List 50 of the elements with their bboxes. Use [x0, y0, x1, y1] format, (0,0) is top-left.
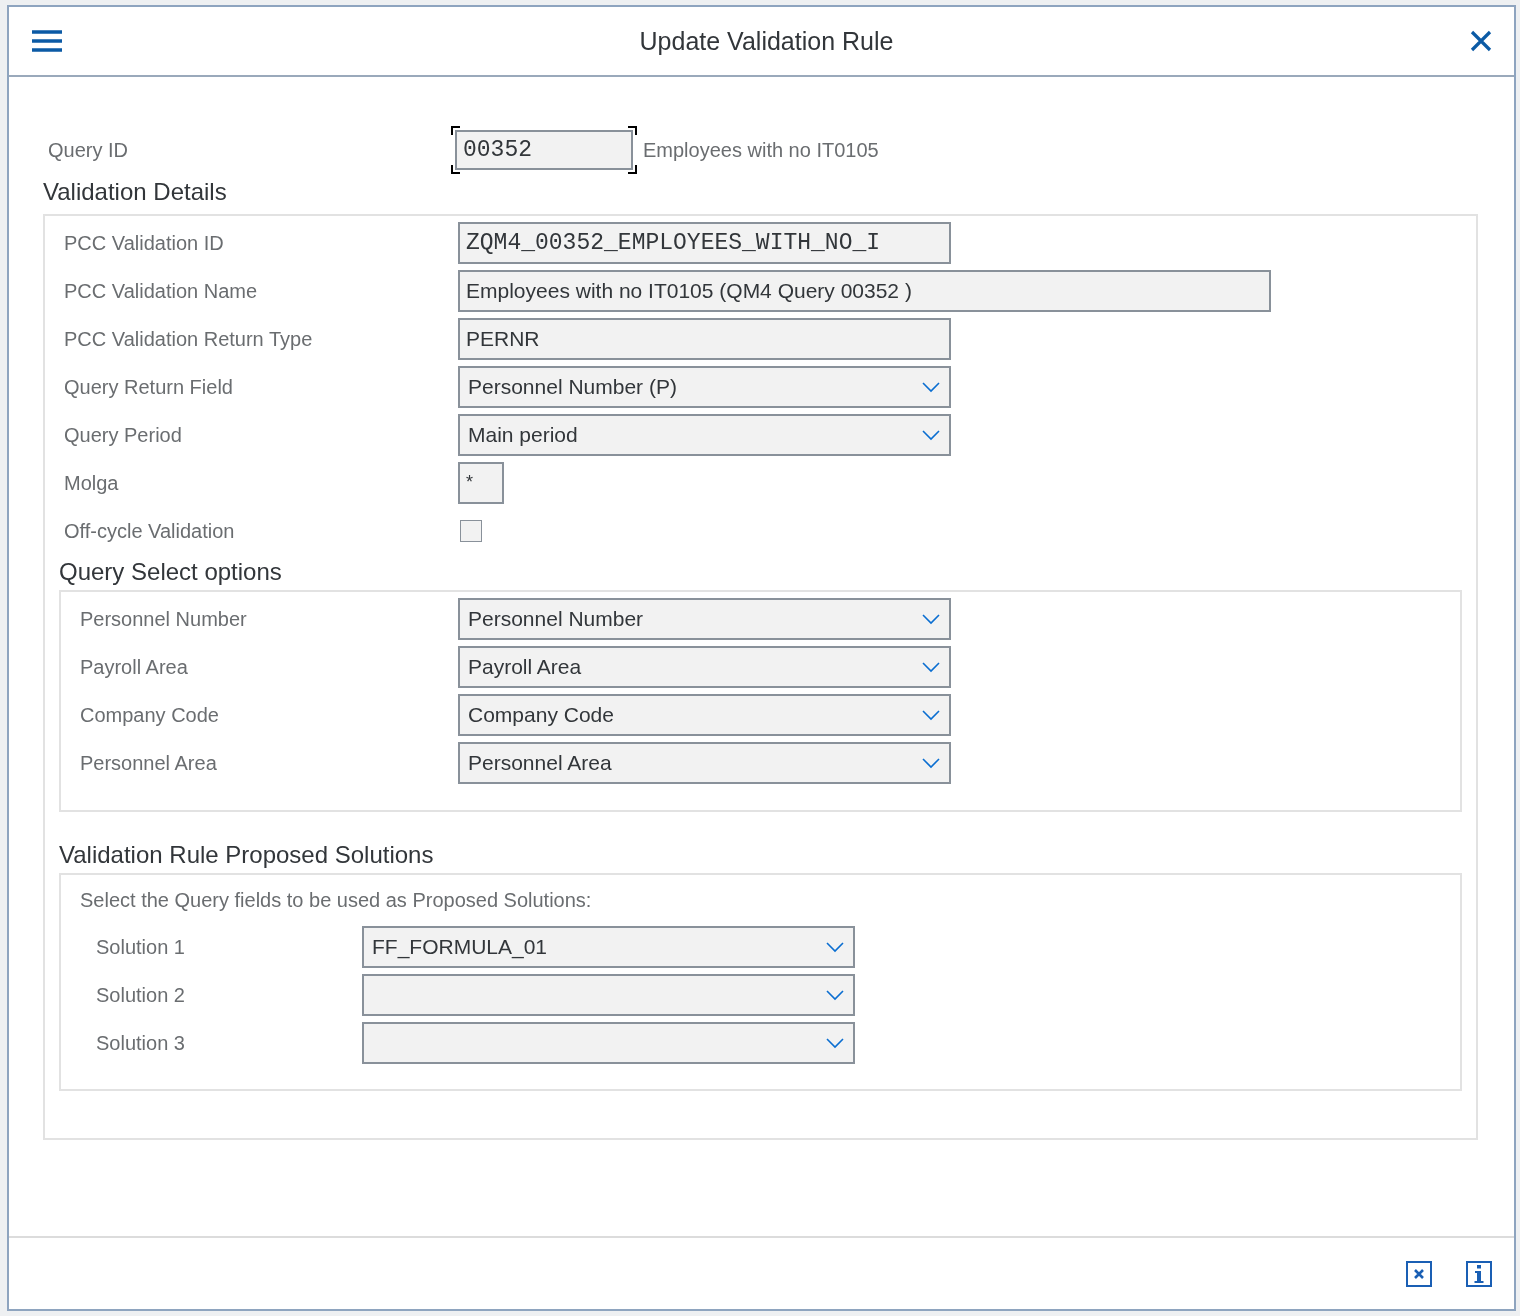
section-title: Validation Details — [43, 177, 228, 207]
field-label: Off-cycle Validation — [64, 519, 236, 543]
chevron-down-icon — [921, 709, 941, 721]
field-label: PCC Validation Return Type — [64, 327, 314, 351]
chevron-down-icon — [921, 661, 941, 673]
field-label: Personnel Area — [80, 751, 218, 775]
field-label: Query ID — [48, 138, 130, 162]
field-label: PCC Validation ID — [64, 231, 225, 255]
query-description: Employees with no IT0105 — [643, 138, 879, 162]
chevron-down-icon — [825, 941, 845, 953]
field-label: PCC Validation Name — [64, 279, 259, 303]
field-label: Solution 3 — [96, 1031, 186, 1055]
dropdown-field[interactable]: FF_FORMULA_01 — [362, 926, 855, 968]
field-label: Company Code — [80, 703, 220, 727]
dropdown-field[interactable]: Personnel Area — [458, 742, 951, 784]
input-field[interactable]: PERNR — [458, 318, 951, 360]
menu-icon[interactable] — [31, 29, 63, 53]
x-icon — [1413, 1267, 1425, 1280]
dialog-title: Update Validation Rule — [639, 26, 894, 56]
field-label: Query Period — [64, 423, 183, 447]
close-icon[interactable] — [1470, 30, 1492, 52]
section-title: Query Select options — [59, 558, 283, 587]
checkbox[interactable] — [460, 520, 482, 542]
input-field[interactable]: Employees with no IT0105 (QM4 Query 00352 ) — [458, 270, 1271, 312]
info-button[interactable] — [1466, 1260, 1492, 1287]
chevron-down-icon — [825, 1037, 845, 1049]
cancel-button[interactable] — [1406, 1260, 1432, 1287]
info-icon — [1473, 1264, 1485, 1283]
field-label: Query Return Field — [64, 375, 234, 399]
dropdown-field[interactable] — [362, 1022, 855, 1064]
dropdown-field[interactable]: Payroll Area — [458, 646, 951, 688]
chevron-down-icon — [825, 989, 845, 1001]
input-field[interactable]: * — [458, 462, 504, 504]
chevron-down-icon — [921, 757, 941, 769]
field-label: Solution 1 — [96, 935, 186, 959]
field-label: Payroll Area — [80, 655, 189, 679]
section-title: Validation Rule Proposed Solutions — [59, 841, 435, 870]
chevron-down-icon — [921, 381, 941, 393]
instruction-text: Select the Query fields to be used as Proposed Solutions: — [80, 889, 593, 912]
input-field[interactable]: ZQM4_00352_EMPLOYEES_WITH_NO_I — [458, 222, 951, 264]
dropdown-field[interactable] — [362, 974, 855, 1016]
dropdown-field[interactable]: Main period — [458, 414, 951, 456]
field-label: Personnel Number — [80, 607, 248, 631]
chevron-down-icon — [921, 613, 941, 625]
dropdown-field[interactable]: Personnel Number — [458, 598, 951, 640]
field-label: Solution 2 — [96, 983, 186, 1007]
dropdown-field[interactable]: Company Code — [458, 694, 951, 736]
field-label: Molga — [64, 471, 120, 495]
dropdown-field[interactable]: Personnel Number (P) — [458, 366, 951, 408]
chevron-down-icon — [921, 429, 941, 441]
